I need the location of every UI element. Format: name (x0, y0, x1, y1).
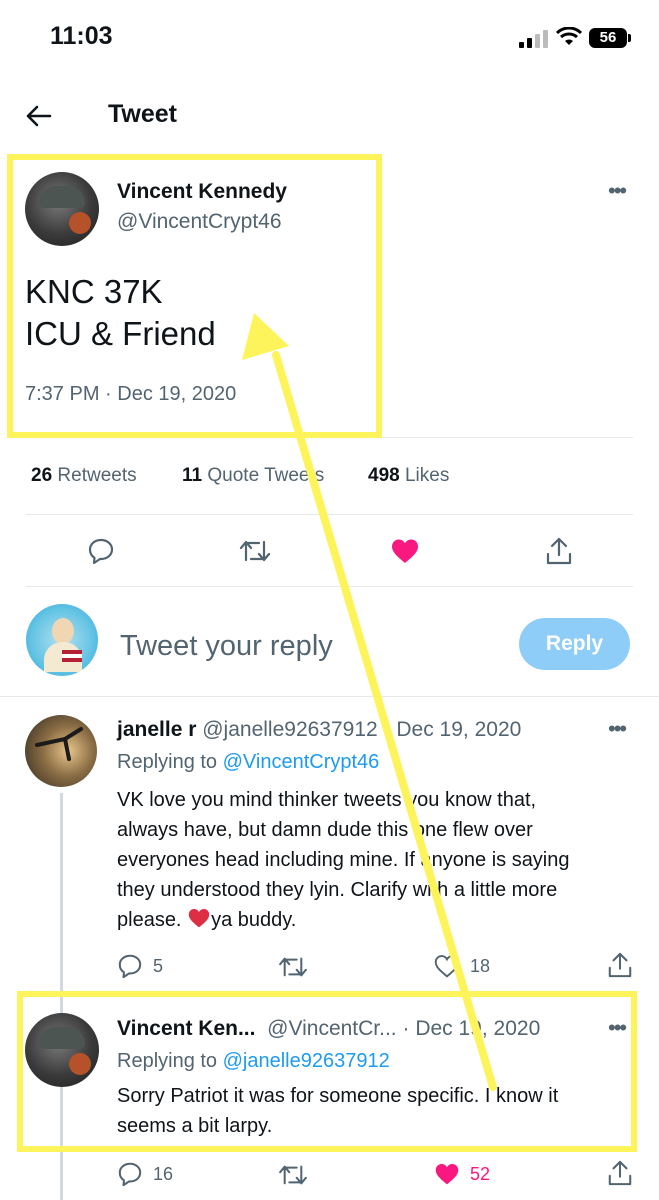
current-user-avatar[interactable] (26, 604, 98, 676)
reply-icon (118, 1162, 142, 1187)
battery-indicator: 56 (589, 28, 631, 48)
more-options-icon[interactable]: ••• (608, 716, 627, 742)
reply-action[interactable]: 5 (117, 953, 163, 979)
like-icon (434, 955, 460, 978)
signal-icon (519, 30, 551, 48)
like-action[interactable]: 52 (434, 1161, 490, 1187)
heart-emoji-icon (187, 907, 211, 938)
retweet-icon[interactable] (238, 536, 272, 566)
reply-text: VK love you mind thinker tweets you know… (117, 785, 647, 938)
reply-icon (118, 954, 142, 979)
share-icon[interactable] (544, 535, 574, 567)
divider (0, 696, 659, 697)
reply-input[interactable]: Tweet your reply (120, 630, 333, 663)
reply-avatar[interactable] (25, 715, 97, 787)
status-time: 11:03 (50, 22, 113, 50)
like-count: 18 (470, 955, 491, 976)
highlight-box-main-tweet (7, 154, 382, 438)
reply-date[interactable]: · Dec 19, 2020 (384, 718, 522, 741)
reply-author-name[interactable]: janelle r (117, 718, 196, 741)
reply-button[interactable]: Reply (519, 618, 630, 670)
replying-to: Replying to @VincentCrypt46 (117, 751, 380, 773)
divider (26, 514, 633, 515)
divider (26, 586, 633, 587)
like-action[interactable]: 18 (434, 953, 490, 979)
like-count: 52 (470, 1163, 491, 1184)
wifi-icon (555, 26, 583, 52)
page-title: Tweet (108, 100, 177, 128)
highlight-box-reply (17, 991, 637, 1152)
share-icon[interactable] (607, 1159, 633, 1192)
retweet-icon[interactable] (278, 955, 308, 984)
retweet-icon[interactable] (278, 1163, 308, 1192)
like-icon (435, 1164, 459, 1185)
reply-count: 16 (153, 1163, 174, 1184)
back-arrow-icon[interactable] (24, 102, 52, 135)
likes-stat[interactable]: 498 Likes (368, 465, 449, 487)
retweets-stat[interactable]: 26 Retweets (31, 465, 137, 487)
reply-action[interactable]: 16 (117, 1161, 173, 1187)
reply-icon[interactable] (86, 536, 116, 566)
quote-tweets-stat[interactable]: 11 Quote Tweets (182, 465, 324, 487)
mention-link[interactable]: @VincentCrypt46 (223, 751, 380, 773)
reply-count: 5 (153, 955, 164, 976)
share-icon[interactable] (607, 951, 633, 984)
like-icon[interactable] (389, 536, 421, 566)
more-options-icon[interactable]: ••• (608, 178, 627, 204)
reply-author-handle[interactable]: @janelle92637912 (202, 718, 377, 741)
reply-header: janelle r @janelle92637912 · Dec 19, 202… (117, 718, 521, 742)
